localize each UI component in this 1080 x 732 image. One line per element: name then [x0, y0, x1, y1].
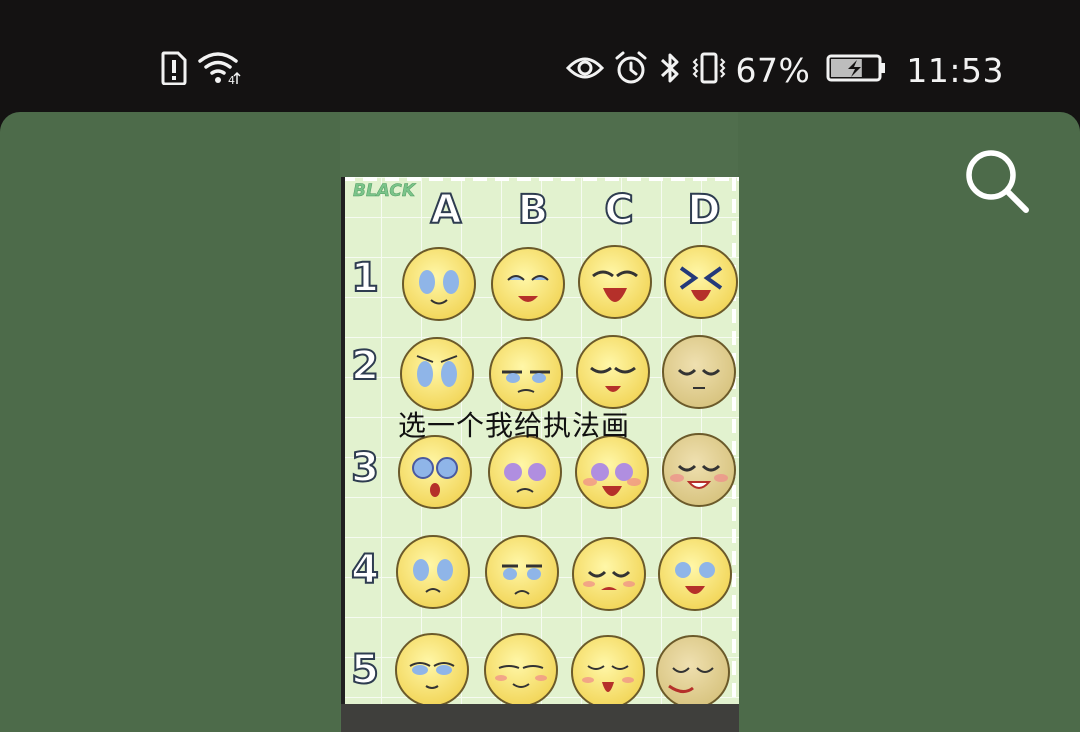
row-label-3: 3 — [350, 444, 380, 492]
status-bar-right: 67% 11:53 — [565, 48, 1004, 92]
column-label-d: D — [686, 186, 721, 234]
row-label-1: 1 — [350, 254, 380, 302]
image-viewer: BLACK A B C D 1 2 3 4 5 选一个我给执法画 — [0, 112, 1080, 732]
wifi-4g-icon: 4 — [198, 51, 242, 90]
clock: 11:53 — [906, 50, 1004, 90]
watermark: BLACK — [353, 181, 416, 202]
row-label-4: 4 — [350, 546, 380, 594]
battery-percent: 67% — [735, 50, 811, 90]
status-bar-left: 4 — [160, 50, 242, 90]
search-button[interactable] — [960, 144, 1034, 218]
column-label-c: C — [603, 186, 634, 234]
column-label-a: A — [430, 186, 463, 234]
column-label-b: B — [517, 186, 550, 234]
alarm-icon — [614, 51, 648, 90]
overlay-caption: 选一个我给执法画 — [398, 409, 631, 442]
sim-alert-icon — [160, 51, 188, 90]
status-bar: 4 67% 11:53 — [0, 0, 1080, 112]
vibrate-icon — [692, 51, 726, 90]
row-label-5: 5 — [350, 646, 380, 694]
row-label-2: 2 — [350, 342, 380, 390]
eye-icon — [565, 54, 604, 87]
battery-charging-icon — [826, 53, 888, 88]
bluetooth-icon — [658, 51, 682, 90]
image-bottom-edge — [341, 704, 739, 732]
search-icon — [966, 150, 1029, 213]
